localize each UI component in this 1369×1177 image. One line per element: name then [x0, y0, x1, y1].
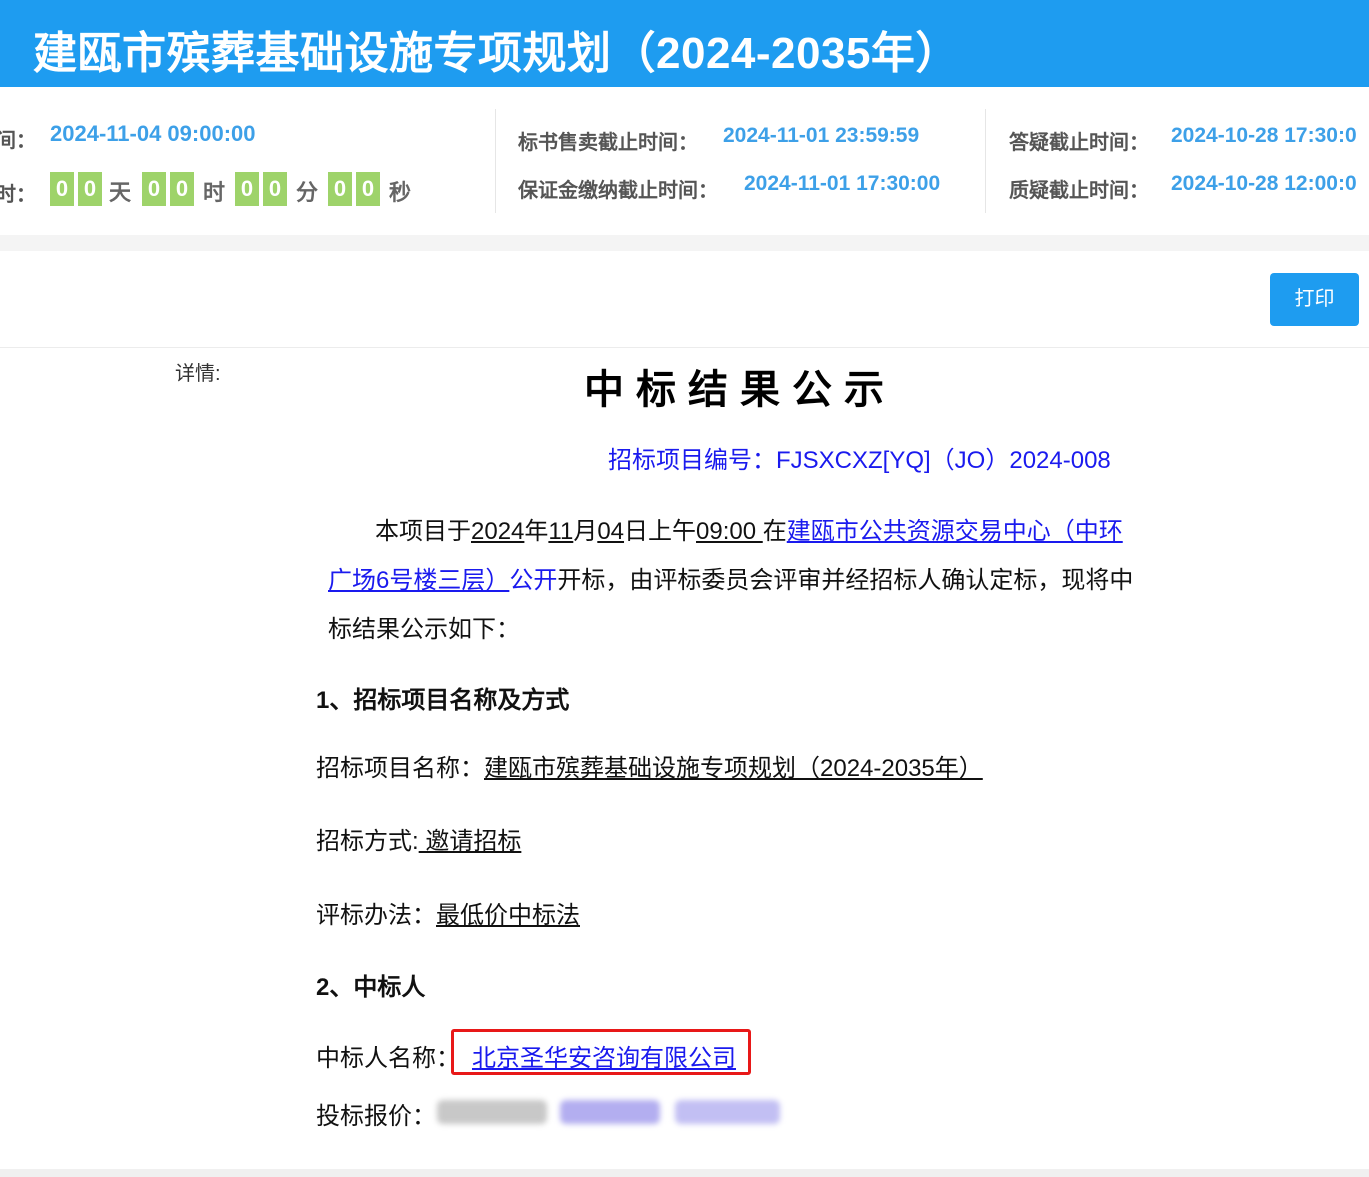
page-title: 建瓯市殡葬基础设施专项规划（2024-2035年）	[33, 29, 960, 78]
project-name-row: 招标项目名称：建瓯市殡葬基础设施专项规划（2024-2035年）	[316, 748, 983, 783]
countdown-hour-unit: 时	[203, 180, 226, 205]
countdown-hour-digit-1: 0	[142, 172, 166, 206]
sale-deadline-label: 标书售卖截止时间：	[518, 132, 698, 154]
paragraph-line-1: 本项目于2024年11月04日上午09:00 在建瓯市公共资源交易中心（中环	[375, 511, 1123, 546]
notice-title: 中标结果公示	[584, 368, 896, 412]
countdown-second-digit-2: 0	[356, 172, 380, 206]
countdown-hour-digit-2: 0	[170, 172, 194, 206]
winner-highlight-box	[451, 1029, 751, 1075]
method-label: 招标方式:	[316, 828, 419, 855]
info-divider	[985, 109, 986, 213]
open-month: 11	[548, 518, 574, 545]
toolbar-divider	[0, 347, 1369, 348]
info-divider	[495, 109, 496, 213]
para-text: 公开	[509, 567, 558, 594]
countdown-day-digit-2: 0	[78, 172, 102, 206]
eval-row: 评标办法：最低价中标法	[316, 895, 580, 930]
open-day: 04	[597, 518, 625, 545]
paragraph-line-2: 广场6号楼三层）公开开标，由评标委员会评审并经招标人确认定标，现将中	[328, 560, 1133, 595]
para-text: 年	[524, 518, 549, 545]
page-footer-strip	[0, 1169, 1369, 1177]
countdown-minute-digit-1: 0	[235, 172, 259, 206]
deposit-deadline-value: 2024-11-01 17:30:00	[744, 172, 941, 195]
eval-value: 最低价中标法	[436, 902, 580, 929]
header-bar: 建瓯市殡葬基础设施专项规划（2024-2035年）	[0, 0, 1369, 87]
countdown-minute-digit-2: 0	[263, 172, 287, 206]
bid-price-row: 投标报价：	[316, 1096, 436, 1131]
print-button[interactable]: 打印	[1270, 273, 1359, 326]
redacted-value	[675, 1100, 780, 1124]
section-heading: 1、招标项目名称及方式	[316, 687, 570, 714]
open-time-value: 2024-11-04 09:00:00	[50, 121, 256, 146]
countdown-label: 时：	[0, 184, 36, 206]
qa-deadline-label: 答疑截止时间：	[1009, 132, 1149, 154]
open-time-label: 间：	[0, 130, 36, 152]
eval-label: 评标办法：	[316, 902, 436, 929]
countdown-day-unit: 天	[109, 180, 132, 205]
para-text: 日上午	[624, 518, 697, 545]
paragraph-line-3: 标结果公示如下：	[328, 616, 520, 643]
deposit-deadline-label: 保证金缴纳截止时间：	[518, 180, 718, 202]
qa-deadline-value: 2024-10-28 17:30:0	[1171, 124, 1357, 147]
redacted-value	[437, 1100, 547, 1124]
redacted-value	[560, 1100, 660, 1124]
query-deadline-label: 质疑截止时间：	[1009, 180, 1149, 202]
project-name-value: 建瓯市殡葬基础设施专项规划（2024-2035年）	[484, 755, 983, 782]
method-row: 招标方式: 邀请招标	[316, 821, 521, 856]
bid-price-label: 投标报价：	[316, 1103, 436, 1130]
content-panel: 打印 详情: 中标结果公示 招标项目编号：FJSXCXZ[YQ]（JO）2024…	[0, 251, 1369, 1169]
countdown-second-digit-1: 0	[328, 172, 352, 206]
venue-link[interactable]: 建瓯市公共资源交易中心（中环	[787, 518, 1123, 545]
para-text: 开标，由评标委员会评审并经招标人确认定标，现将中	[557, 567, 1134, 594]
countdown-day-digit-1: 0	[50, 172, 74, 206]
sale-deadline-value: 2024-11-01 23:59:59	[723, 124, 920, 147]
project-number: 招标项目编号：FJSXCXZ[YQ]（JO）2024-008	[608, 447, 1111, 474]
countdown-second-unit: 秒	[389, 180, 412, 205]
info-bar: 间： 2024-11-04 09:00:00 时： 0 0 天 0 0 时 0 …	[0, 87, 1369, 235]
venue-link[interactable]: 广场6号楼三层）	[328, 567, 509, 594]
para-text: 在	[762, 518, 787, 545]
winner-label: 中标人名称：	[316, 1045, 460, 1072]
countdown-minute-unit: 分	[296, 180, 319, 205]
para-text: 本项目于	[375, 518, 471, 545]
para-text: 月	[573, 518, 598, 545]
detail-label: 详情:	[175, 363, 221, 385]
method-value: 邀请招标	[418, 828, 522, 855]
open-year: 2024	[471, 518, 525, 545]
section-heading: 2、中标人	[316, 974, 426, 1001]
project-name-label: 招标项目名称：	[316, 755, 484, 782]
open-time: 09:00	[696, 518, 763, 545]
query-deadline-value: 2024-10-28 12:00:0	[1171, 172, 1357, 195]
